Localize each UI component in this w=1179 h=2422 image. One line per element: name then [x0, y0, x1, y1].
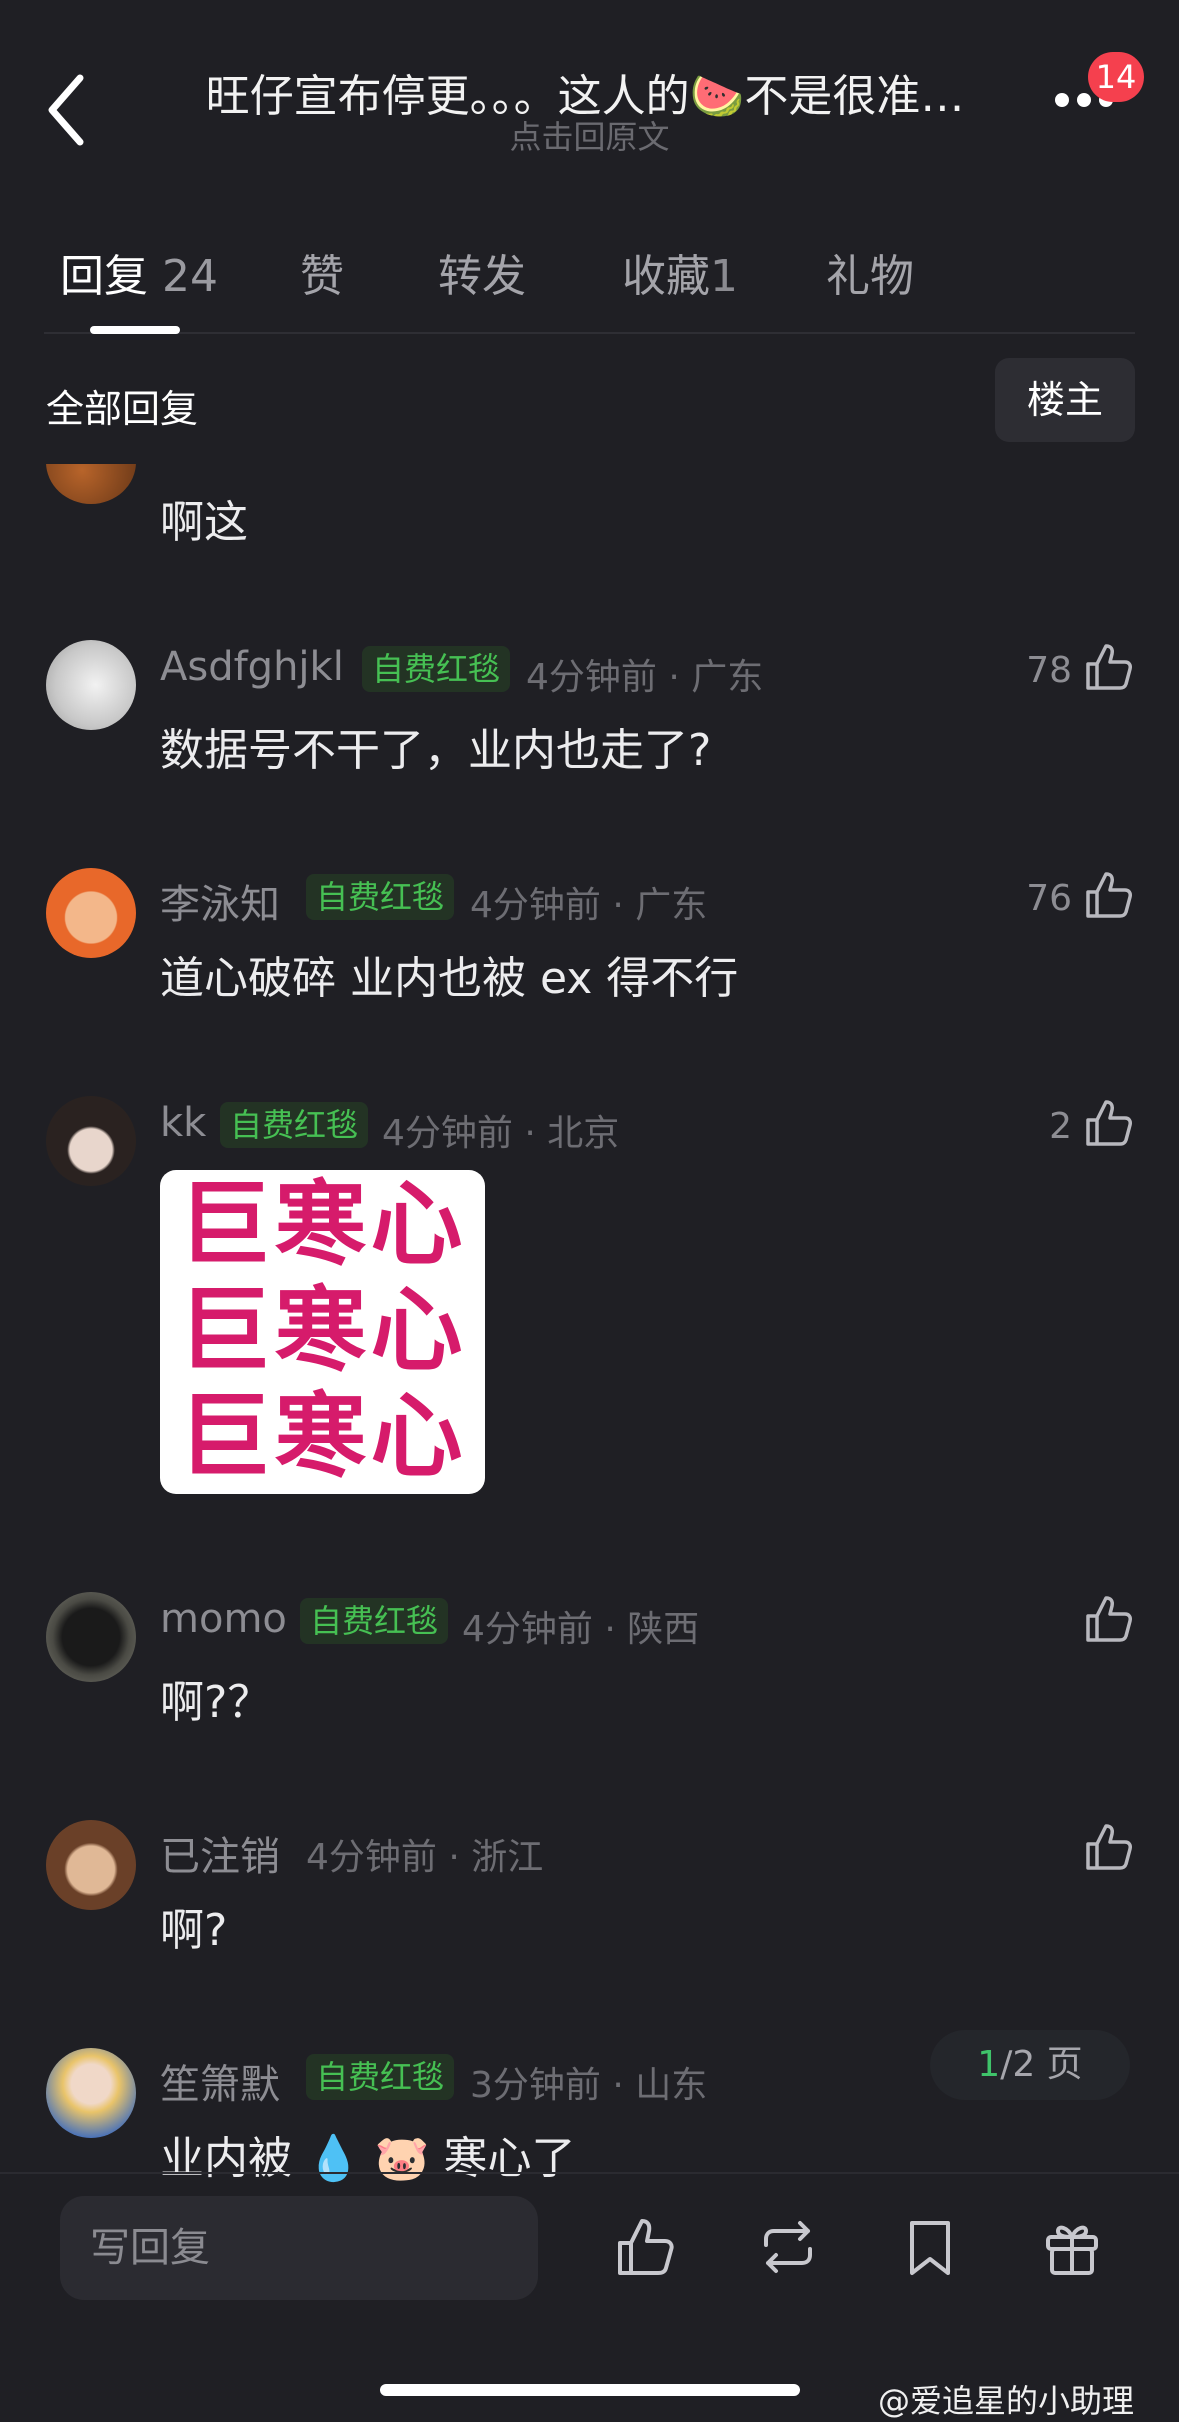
weibo-watermark: @爱追星的小助理 [878, 2382, 1135, 2420]
like-count: 78 [1026, 650, 1072, 691]
tab-replies[interactable]: 回复 24 [60, 240, 218, 304]
comment-meta: 3分钟前 · 山东 [470, 2065, 708, 2106]
all-replies-label: 全部回复 [46, 387, 199, 431]
comment-time: 4分钟前 [470, 885, 601, 926]
comment-text: 啊?？ [160, 1677, 272, 1728]
comment-meta: 4分钟前 · 广东 [470, 885, 708, 926]
tab-likes[interactable]: 赞 [300, 240, 344, 304]
thumbs-up-icon[interactable] [1082, 868, 1136, 922]
tab-count: 1 [710, 251, 738, 302]
like-count: 2 [1049, 1106, 1072, 1147]
like-icon[interactable] [614, 2215, 678, 2279]
total-pages: /2 页 [1000, 2044, 1083, 2085]
comment-text: 啊这 [160, 497, 248, 548]
repost-icon[interactable] [756, 2215, 820, 2279]
username[interactable]: kk [160, 1100, 206, 1146]
username[interactable]: momo [160, 1596, 287, 1642]
sticker-text: 巨寒心 [178, 1171, 467, 1278]
reply-input[interactable]: 写回复 [60, 2196, 538, 2300]
active-tab-indicator [90, 326, 180, 334]
comment-location: 浙江 [471, 1837, 544, 1878]
tab-label: 赞 [300, 251, 344, 302]
comment-location: 山东 [635, 2065, 708, 2106]
comment-meta: 4分钟前 · 浙江 [306, 1837, 544, 1878]
comment-time: 4分钟前 [526, 657, 657, 698]
comment-location: 北京 [547, 1113, 620, 1154]
like-count: 76 [1026, 878, 1072, 919]
thumbs-up-icon[interactable] [1082, 1820, 1136, 1874]
bottom-bar-divider [0, 2172, 1179, 2174]
comment-meta: 4分钟前 · 陕西 [462, 1609, 700, 1650]
thumbs-up-icon[interactable] [1082, 1592, 1136, 1646]
user-badge: 自费红毯 [362, 646, 511, 692]
comment-time: 4分钟前 [462, 1609, 593, 1650]
avatar[interactable] [46, 1820, 136, 1910]
current-page: 1 [977, 2044, 1001, 2085]
tab-label: 回复 [60, 251, 148, 302]
bookmark-icon[interactable] [898, 2215, 962, 2279]
user-badge: 自费红毯 [220, 1102, 369, 1148]
avatar[interactable] [46, 1096, 136, 1186]
tab-reposts[interactable]: 转发 [438, 240, 526, 304]
thumbs-up-icon[interactable] [1082, 640, 1136, 694]
avatar[interactable] [46, 640, 136, 730]
tab-label: 转发 [438, 251, 526, 302]
comment-text: 道心破碎 业内也被 ex 得不行 [160, 953, 739, 1004]
username[interactable]: 李泳知 [160, 872, 280, 930]
sticker-text: 巨寒心 [178, 1383, 467, 1490]
username[interactable]: Asdfghjkl [160, 644, 344, 690]
user-badge: 自费红毯 [300, 1598, 449, 1644]
username[interactable]: 已注销 [160, 1824, 280, 1882]
comment-location: 陕西 [627, 1609, 700, 1650]
back-to-original-link[interactable]: 点击回原文 [0, 112, 1179, 158]
comment-location: 广东 [635, 885, 708, 926]
tab-favorites[interactable]: 收藏1 [622, 240, 738, 304]
op-only-filter-button[interactable]: 楼主 [995, 358, 1135, 442]
page-indicator[interactable]: 1/2 页 [930, 2030, 1130, 2100]
comment-time: 3分钟前 [470, 2065, 601, 2106]
comment-time: 4分钟前 [306, 1837, 437, 1878]
tab-gifts[interactable]: 礼物 [826, 240, 914, 304]
gift-icon[interactable] [1040, 2215, 1104, 2279]
tab-count: 24 [162, 251, 218, 302]
comment-meta: 4分钟前 · 北京 [382, 1113, 620, 1154]
comment-text: 啊? [160, 1905, 228, 1956]
tab-divider [44, 332, 1135, 334]
avatar[interactable] [46, 868, 136, 958]
sticker-text: 巨寒心 [178, 1277, 467, 1384]
user-badge: 自费红毯 [306, 874, 455, 920]
tab-label: 礼物 [826, 251, 914, 302]
avatar[interactable] [46, 1592, 136, 1682]
tab-label: 收藏 [622, 251, 710, 302]
sticker-image[interactable]: 巨寒心 巨寒心 巨寒心 [160, 1170, 485, 1494]
notification-badge: 14 [1088, 52, 1144, 102]
comment-location: 广东 [691, 657, 764, 698]
user-badge: 自费红毯 [306, 2054, 455, 2100]
avatar[interactable] [46, 2048, 136, 2138]
comment-meta: 4分钟前 · 广东 [526, 657, 764, 698]
home-indicator [380, 2384, 800, 2396]
comment-text: 数据号不干了，业内也走了? [160, 725, 712, 776]
comment-text: 业内被 💧 🐷 寒心了 [160, 2133, 576, 2184]
comment-time: 4分钟前 [382, 1113, 513, 1154]
username[interactable]: 笙箫默 [160, 2052, 280, 2110]
thumbs-up-icon[interactable] [1082, 1096, 1136, 1150]
